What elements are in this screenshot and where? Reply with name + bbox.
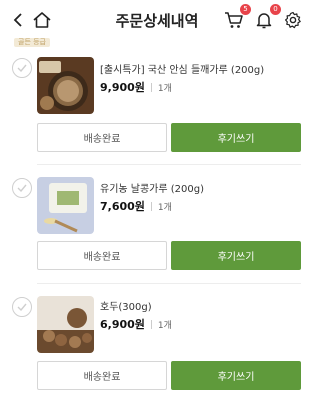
delivery-status-button[interactable]: 배송완료: [37, 361, 167, 390]
home-icon[interactable]: [30, 8, 54, 32]
product-image[interactable]: [37, 296, 94, 353]
product-price: 7,600원: [100, 200, 145, 213]
price-line: 6,900원 1개: [100, 316, 172, 332]
grade-tag: 골든 등급: [14, 38, 50, 47]
divider: [37, 283, 301, 284]
separator: [150, 320, 152, 329]
cart-badge: 5: [240, 4, 251, 15]
product-price: 9,900원: [100, 81, 145, 94]
product-quantity: 1개: [157, 84, 172, 94]
cart-icon[interactable]: 5: [222, 4, 251, 32]
product-quantity: 1개: [157, 203, 172, 213]
back-icon[interactable]: [6, 8, 30, 32]
separator: [150, 202, 152, 211]
product-price: 6,900원: [100, 318, 145, 331]
delivery-status-button[interactable]: 배송완료: [37, 123, 167, 152]
divider: [37, 164, 301, 165]
app-header: 주문상세내역 5 0: [0, 0, 314, 40]
product-quantity: 1개: [157, 321, 172, 331]
gear-icon[interactable]: [281, 8, 305, 32]
product-name[interactable]: 유기농 날콩가루 (200g): [100, 180, 204, 195]
bell-badge: 0: [270, 4, 281, 15]
bell-icon[interactable]: 0: [252, 4, 281, 32]
item-checkbox[interactable]: [12, 297, 32, 317]
write-review-button[interactable]: 후기쓰기: [171, 123, 301, 152]
item-checkbox[interactable]: [12, 58, 32, 78]
separator: [150, 83, 152, 92]
price-line: 9,900원 1개: [100, 79, 172, 95]
product-image[interactable]: [37, 57, 94, 114]
item-checkbox[interactable]: [12, 178, 32, 198]
product-name[interactable]: 호두(300g): [100, 298, 152, 313]
write-review-button[interactable]: 후기쓰기: [171, 241, 301, 270]
write-review-button[interactable]: 후기쓰기: [171, 361, 301, 390]
product-name[interactable]: [출시특가] 국산 안심 들깨가루 (200g): [100, 61, 264, 76]
delivery-status-button[interactable]: 배송완료: [37, 241, 167, 270]
product-image[interactable]: [37, 177, 94, 234]
price-line: 7,600원 1개: [100, 198, 172, 214]
